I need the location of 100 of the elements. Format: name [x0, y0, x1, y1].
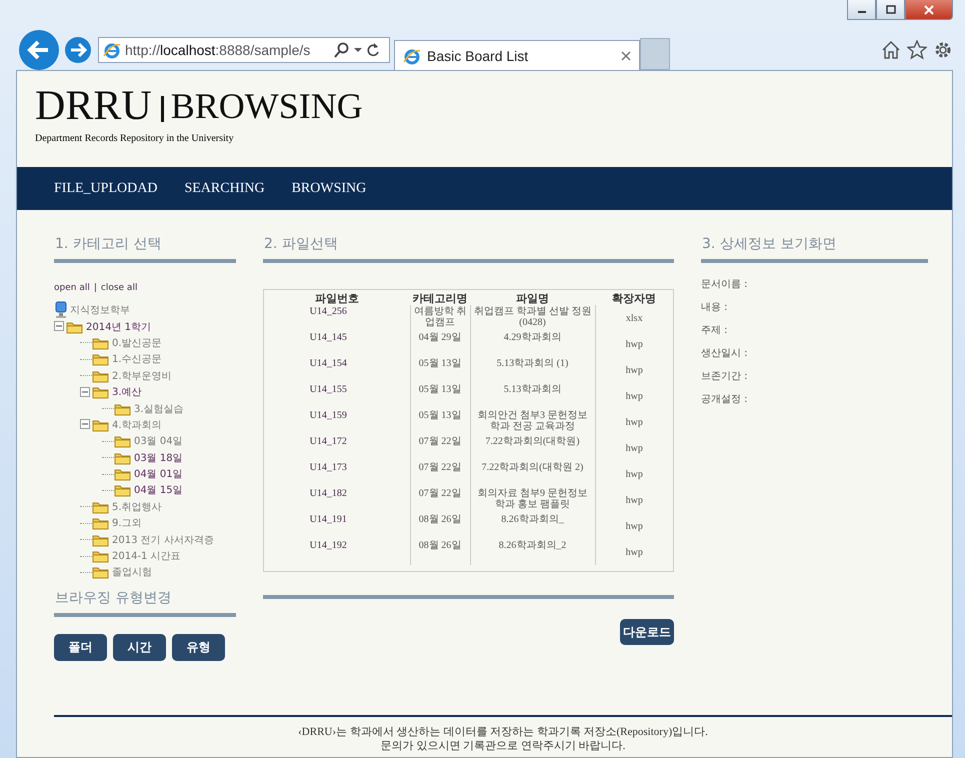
tree-item[interactable]: 3.실험실습 — [134, 402, 184, 416]
tree-item[interactable]: 04월 15일 — [134, 483, 183, 498]
tree-item[interactable]: 2014-1 시간표 — [112, 549, 181, 564]
tree-item[interactable]: 1.수신공문 — [112, 352, 162, 366]
tree-item[interactable]: 4.학과회의 — [112, 418, 162, 432]
tree-item[interactable]: 졸업시험 — [112, 565, 152, 580]
section-heading: 3. 상세정보 보기화면 — [701, 235, 838, 253]
file-id-link[interactable]: U14_155 — [264, 383, 410, 409]
tree-item[interactable]: 03월 18일 — [134, 450, 183, 465]
nav-link[interactable]: BROWSING — [292, 180, 366, 196]
file-id-link[interactable]: U14_191 — [264, 513, 410, 539]
tree-item[interactable]: 2.학부운영비 — [112, 368, 172, 383]
table-cell: hwp — [595, 357, 673, 383]
open-all-link[interactable]: open all — [54, 283, 90, 293]
tree-item[interactable]: 5.취업행사 — [112, 500, 162, 514]
tree-item[interactable]: 지식정보학부 — [70, 303, 130, 318]
section-heading: 1. 카테고리 선택 — [54, 235, 162, 253]
footer-text: 문의가 있으시면 기록관으로 연락주시기 바랍니다. — [380, 739, 626, 753]
table-cell: 4.29학과회의 — [470, 331, 595, 357]
file-id-link[interactable]: U14_173 — [264, 461, 410, 487]
close-all-link[interactable]: close all — [100, 283, 138, 293]
nav-link[interactable]: SEARCHING — [184, 180, 265, 196]
close-icon — [923, 4, 935, 14]
browse-type-button[interactable]: 폴더 — [54, 634, 107, 661]
tab-title: Basic Board List — [427, 48, 530, 64]
table-cell: xlsx — [595, 305, 673, 331]
table-cell: 04월 29일 — [410, 331, 470, 357]
maximize-icon — [886, 5, 896, 14]
table-cell: 여름방학 취업캠프 — [410, 305, 470, 331]
browser-tab[interactable]: Basic Board List — [394, 40, 640, 70]
table-cell: hwp — [595, 331, 673, 357]
table-cell: 회의안건 첨부3 문헌정보학과 전공 교육과정 — [470, 409, 595, 435]
table-cell: hwp — [595, 487, 673, 513]
file-id-link[interactable]: U14_154 — [264, 357, 410, 383]
browse-type-button[interactable]: 유형 — [172, 634, 225, 661]
table-cell: 7.22학과회의(대학원) — [470, 435, 595, 461]
file-id-link[interactable]: U14_159 — [264, 409, 410, 435]
star-icon[interactable] — [907, 40, 927, 60]
column-header: 파일번호 — [264, 292, 410, 305]
link-separator: | — [94, 283, 97, 293]
table-cell: 취업캠프 학과별 선발 정원(0428) — [470, 305, 595, 331]
browser-logo-icon — [103, 41, 121, 59]
table-cell: 5.13학과회의 — [470, 383, 595, 409]
table-cell: 07월 22일 — [410, 435, 470, 461]
tree-item[interactable]: 0.발신공문 — [112, 336, 162, 350]
maximize-button[interactable] — [876, 0, 905, 20]
field-label: 생산일시 : — [701, 347, 749, 360]
table-cell: 8.26학과회의_ — [470, 513, 595, 539]
footer-text: ‹DRRU›는 학과에서 생산하는 데이터를 저장하는 학과기록 저장소(Repository)입니다. — [297, 725, 709, 739]
close-button[interactable] — [905, 0, 953, 20]
minimize-button[interactable] — [847, 0, 876, 20]
tree-item[interactable]: 04월 01일 — [134, 467, 183, 482]
table-cell: 07월 22일 — [410, 487, 470, 513]
field-label: 브존기간 : — [701, 370, 749, 383]
column-header: 카테고리명 — [410, 292, 470, 305]
file-id-link[interactable]: U14_256 — [264, 305, 410, 331]
site-subtitle: Department Records Repository in the University — [35, 133, 235, 144]
settings-icon[interactable] — [933, 40, 953, 60]
nav-link[interactable]: FILE_UPLODAD — [54, 180, 158, 196]
home-icon[interactable] — [881, 40, 901, 60]
table-cell: hwp — [595, 435, 673, 461]
collapse-icon[interactable] — [54, 321, 65, 332]
table-cell: hwp — [595, 539, 673, 565]
title-divider — [160, 96, 164, 122]
tree-item[interactable]: 03월 04일 — [134, 434, 183, 448]
address-field[interactable]: http://localhost:8888/sample/s — [98, 37, 390, 63]
field-label: 내용 : — [701, 301, 729, 314]
computer-icon — [54, 301, 68, 320]
tree-item[interactable]: 2014년 1학기 — [86, 320, 151, 334]
file-id-link[interactable]: U14_182 — [264, 487, 410, 513]
field-label: 주제 : — [701, 324, 729, 337]
browse-type-button[interactable]: 시간 — [113, 634, 166, 661]
table-cell: hwp — [595, 383, 673, 409]
column-header: 파일명 — [470, 292, 595, 305]
table-cell: 05월 13일 — [410, 409, 470, 435]
table-cell: 7.22학과회의(대학원 2) — [470, 461, 595, 487]
table-cell: 08월 26일 — [410, 513, 470, 539]
refresh-icon[interactable] — [366, 42, 380, 58]
section-heading: 2. 파일선택 — [263, 235, 339, 253]
file-id-link[interactable]: U14_145 — [264, 331, 410, 357]
tree-item[interactable]: 2013 전기 사서자격증 — [112, 532, 214, 547]
collapse-icon[interactable] — [80, 419, 91, 430]
download-button[interactable]: 다운로드 — [620, 619, 674, 645]
table-cell: hwp — [595, 513, 673, 539]
tree-item[interactable]: 9.그외 — [112, 516, 142, 530]
field-label: 문서이름 : — [701, 278, 749, 291]
table-cell: 8.26학과회의_2 — [470, 539, 595, 565]
table-cell: hwp — [595, 461, 673, 487]
column-header: 확장자명 — [595, 292, 673, 305]
table-cell: hwp — [595, 409, 673, 435]
table-cell: 5.13학과회의 (1) — [470, 357, 595, 383]
search-icon[interactable] — [334, 42, 350, 58]
address-text: http://localhost:8888/sample/s — [125, 42, 312, 58]
table-cell: 05월 13일 — [410, 383, 470, 409]
file-id-link[interactable]: U14_172 — [264, 435, 410, 461]
tree-item[interactable]: 3.예산 — [112, 385, 142, 400]
collapse-icon[interactable] — [80, 386, 91, 398]
file-id-link[interactable]: U14_192 — [264, 539, 410, 565]
close-icon[interactable] — [621, 50, 631, 60]
table-cell: 08월 26일 — [410, 539, 470, 565]
